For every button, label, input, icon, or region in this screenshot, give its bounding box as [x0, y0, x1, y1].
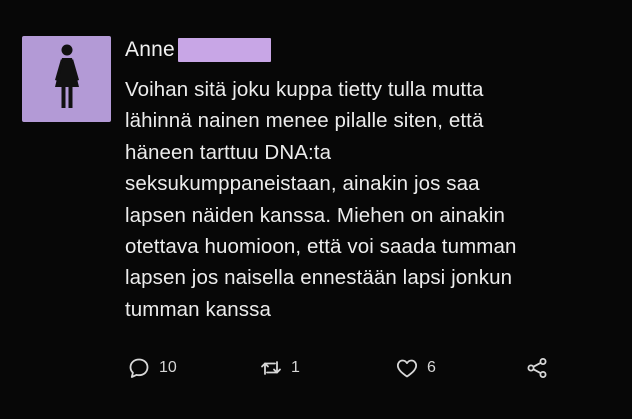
post-card: Anne Voihan sitä joku kuppa tietty tulla… [0, 0, 632, 419]
like-count: 6 [427, 359, 436, 376]
post-text-line: häneen tarttuu DNA:ta [125, 140, 332, 164]
repost-icon [261, 361, 281, 375]
reply-button[interactable]: 10 [127, 353, 177, 383]
reply-icon [129, 358, 149, 378]
author-name[interactable]: Anne [125, 38, 175, 62]
share-icon [527, 358, 547, 378]
female-person-icon [55, 44, 79, 108]
post-text-line: tumman kanssa [125, 297, 272, 321]
post-text: Voihan sitä joku kuppa tietty tulla mutt… [125, 74, 625, 325]
name-redaction [177, 38, 271, 62]
post-text-line: lähinnä nainen menee pilalle siten, että [125, 109, 484, 133]
reply-count: 10 [159, 359, 177, 376]
avatar[interactable] [22, 36, 111, 122]
post-text-line: seksukumppaneistaan, ainakin jos saa [125, 172, 480, 196]
post-header: Anne [125, 35, 271, 65]
post-text-line: lapsen jos naisella ennestään lapsi jonk… [125, 266, 513, 290]
share-button[interactable] [525, 353, 549, 383]
post-text-line: lapsen näiden kanssa. Miehen on ainakin [125, 203, 505, 227]
like-button[interactable]: 6 [395, 353, 436, 383]
repost-count: 1 [291, 359, 300, 376]
repost-button[interactable]: 1 [259, 353, 300, 383]
action-bar: 10 1 6 [127, 353, 567, 383]
post-text-line: Voihan sitä joku kuppa tietty tulla mutt… [125, 78, 484, 101]
heart-icon [396, 359, 418, 378]
post-text-line: otettava huomioon, että voi saada tumman [125, 235, 517, 259]
